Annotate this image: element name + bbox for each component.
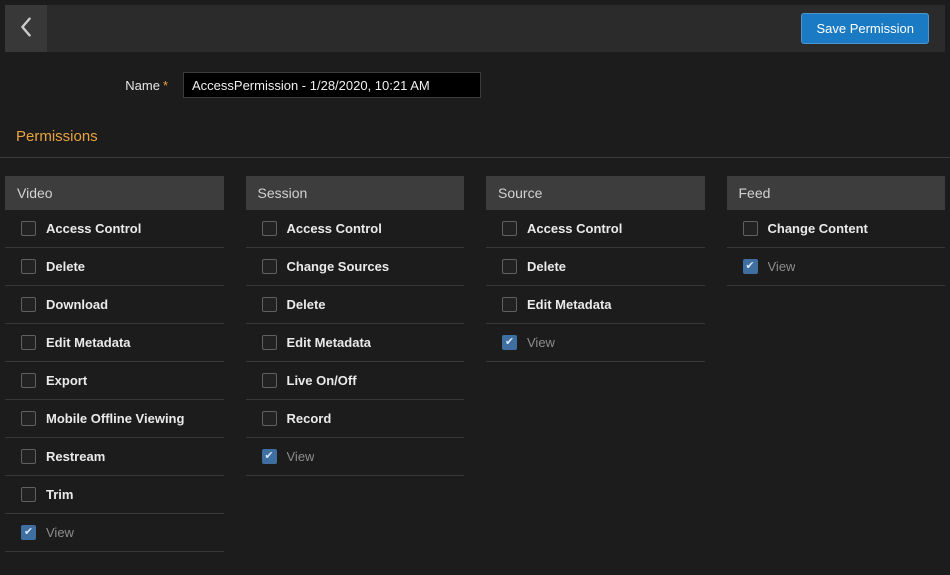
permission-row[interactable]: ✔ View (5, 514, 224, 552)
permission-row[interactable]: Live On/Off (246, 362, 465, 400)
permission-row[interactable]: Access Control (5, 210, 224, 248)
checkbox-unchecked-icon[interactable] (262, 297, 277, 312)
permission-row[interactable]: Delete (486, 248, 705, 286)
checkbox-unchecked-icon[interactable] (262, 221, 277, 236)
permission-row[interactable]: Change Content (727, 210, 946, 248)
permission-label: View (46, 525, 74, 540)
permission-label: Edit Metadata (287, 335, 372, 350)
checkbox-unchecked-icon[interactable] (262, 411, 277, 426)
permission-row[interactable]: Export (5, 362, 224, 400)
permission-row[interactable]: Delete (5, 248, 224, 286)
checkbox-unchecked-icon[interactable] (21, 449, 36, 464)
checkbox-unchecked-icon[interactable] (502, 259, 517, 274)
permission-label: Delete (527, 259, 566, 274)
checkbox-unchecked-icon[interactable] (502, 297, 517, 312)
permission-column-header: Source (486, 176, 705, 210)
checkbox-unchecked-icon[interactable] (262, 373, 277, 388)
permission-row[interactable]: Access Control (246, 210, 465, 248)
required-marker: * (163, 78, 168, 93)
permission-label: Restream (46, 449, 105, 464)
permission-row[interactable]: ✔ View (486, 324, 705, 362)
checkbox-unchecked-icon[interactable] (502, 221, 517, 236)
permission-label: Edit Metadata (46, 335, 131, 350)
name-input[interactable] (183, 72, 481, 98)
permission-label: Change Sources (287, 259, 390, 274)
save-permission-button[interactable]: Save Permission (801, 13, 929, 44)
checkbox-unchecked-icon[interactable] (21, 259, 36, 274)
permissions-grid: Video Access Control Delete Download Edit Me… (0, 158, 950, 552)
top-toolbar: Save Permission (5, 5, 945, 52)
name-field-row: Name* (0, 72, 950, 98)
checkbox-unchecked-icon[interactable] (21, 487, 36, 502)
name-field-label: Name* (0, 78, 168, 93)
permission-row[interactable]: Edit Metadata (486, 286, 705, 324)
permission-label: Delete (287, 297, 326, 312)
permission-row[interactable]: Access Control (486, 210, 705, 248)
checkbox-unchecked-icon[interactable] (21, 335, 36, 350)
checkbox-checked-icon[interactable]: ✔ (502, 335, 517, 350)
permission-column-header: Feed (727, 176, 946, 210)
permission-label: View (768, 259, 796, 274)
permission-column-header: Session (246, 176, 465, 210)
permission-column-session: Session Access Control Change Sources Delet… (246, 176, 465, 552)
permission-row[interactable]: Trim (5, 476, 224, 514)
permissions-section-title: Permissions (16, 128, 950, 145)
checkbox-checked-icon[interactable]: ✔ (21, 525, 36, 540)
permission-column-source: Source Access Control Delete Edit Metadata ✔… (486, 176, 705, 552)
permission-row[interactable]: Edit Metadata (246, 324, 465, 362)
checkbox-checked-icon[interactable]: ✔ (262, 449, 277, 464)
permission-row[interactable]: Delete (246, 286, 465, 324)
permission-label: Change Content (768, 221, 868, 236)
permission-row[interactable]: Mobile Offline Viewing (5, 400, 224, 438)
back-button[interactable] (5, 5, 47, 52)
checkbox-unchecked-icon[interactable] (262, 259, 277, 274)
permission-label: Download (46, 297, 108, 312)
checkbox-unchecked-icon[interactable] (743, 221, 758, 236)
permission-row[interactable]: Record (246, 400, 465, 438)
permission-label: Access Control (46, 221, 141, 236)
permission-column-feed: Feed Change Content ✔ View (727, 176, 946, 552)
permission-row[interactable]: ✔ View (727, 248, 946, 286)
checkbox-unchecked-icon[interactable] (21, 297, 36, 312)
checkbox-unchecked-icon[interactable] (21, 373, 36, 388)
permission-column-video: Video Access Control Delete Download Edit Me… (5, 176, 224, 552)
permission-label: Trim (46, 487, 73, 502)
permission-row[interactable]: Restream (5, 438, 224, 476)
checkbox-unchecked-icon[interactable] (21, 411, 36, 426)
permission-label: Access Control (287, 221, 382, 236)
permission-row[interactable]: Download (5, 286, 224, 324)
permission-label: Edit Metadata (527, 297, 612, 312)
permission-label: Access Control (527, 221, 622, 236)
permission-column-header: Video (5, 176, 224, 210)
permission-label: Mobile Offline Viewing (46, 411, 184, 426)
permission-row[interactable]: ✔ View (246, 438, 465, 476)
chevron-left-icon (20, 17, 32, 40)
permission-label: Delete (46, 259, 85, 274)
checkbox-checked-icon[interactable]: ✔ (743, 259, 758, 274)
permission-label: Export (46, 373, 87, 388)
permission-label: Record (287, 411, 332, 426)
permission-label: View (287, 449, 315, 464)
permission-row[interactable]: Edit Metadata (5, 324, 224, 362)
toolbar-spacer (47, 5, 801, 52)
checkbox-unchecked-icon[interactable] (262, 335, 277, 350)
permission-label: Live On/Off (287, 373, 357, 388)
permission-label: View (527, 335, 555, 350)
checkbox-unchecked-icon[interactable] (21, 221, 36, 236)
permission-row[interactable]: Change Sources (246, 248, 465, 286)
